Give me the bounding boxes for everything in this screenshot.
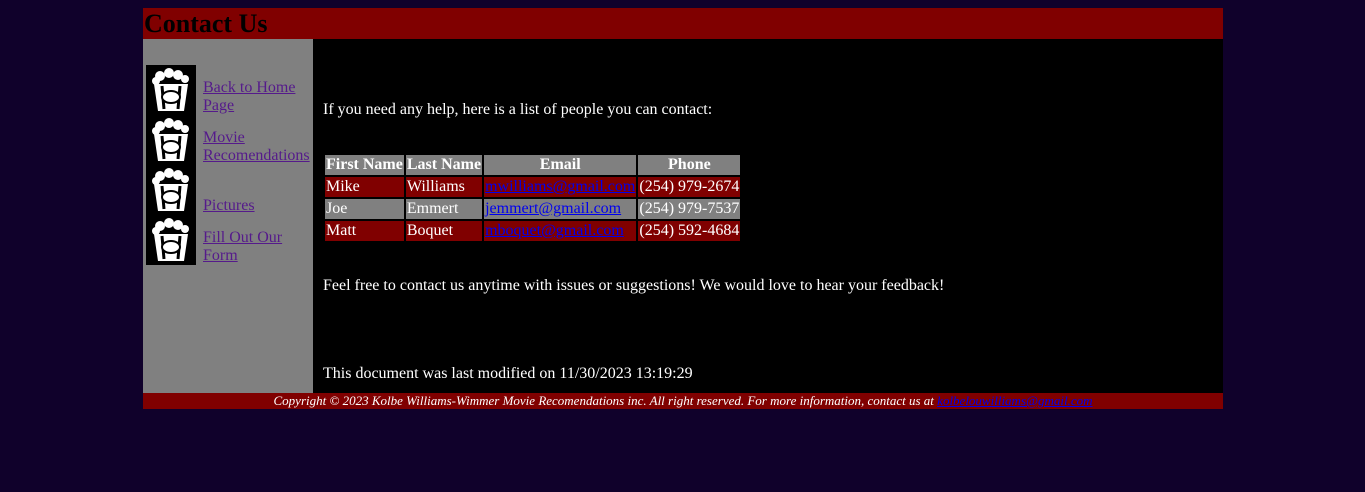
sidebar-item-label[interactable]: Pictures (203, 197, 255, 215)
sidebar: Back to Home Page Movie Recomendations P… (143, 39, 313, 393)
phone-cell: (254) 592-4684 (638, 221, 741, 241)
column-header-last-name: Last Name (405, 155, 483, 175)
sidebar-item-pictures[interactable]: Pictures (143, 165, 313, 215)
phone-cell: (254) 979-7537 (638, 199, 741, 219)
table-row: Matt Boquet mboquet@gmail.com (254) 592-… (325, 221, 741, 241)
first-name-cell: Matt (325, 221, 404, 241)
popcorn-icon (146, 215, 196, 265)
email-link[interactable]: mboquet@gmail.com (485, 222, 624, 239)
page-header: Contact Us (143, 8, 1223, 39)
email-cell: jemmert@gmail.com (484, 199, 637, 219)
page-body: Back to Home Page Movie Recomendations P… (143, 39, 1223, 393)
popcorn-icon (146, 115, 196, 165)
sidebar-item-movie-recomendations[interactable]: Movie Recomendations (143, 115, 313, 165)
column-header-email: Email (484, 155, 637, 175)
page-title: Contact Us (144, 9, 268, 38)
last-name-cell: Boquet (405, 221, 483, 241)
sidebar-item-form[interactable]: Fill Out Our Form (143, 215, 313, 265)
phone-cell: (254) 979-2674 (638, 177, 741, 197)
sidebar-item-home[interactable]: Back to Home Page (143, 65, 313, 115)
page: Contact Us Back to Home Page Movie Recom… (143, 8, 1223, 409)
email-link[interactable]: jemmert@gmail.com (485, 200, 621, 217)
popcorn-icon (146, 65, 196, 115)
table-row: Joe Emmert jemmert@gmail.com (254) 979-7… (325, 199, 741, 219)
column-header-phone: Phone (638, 155, 741, 175)
table-header-row: First Name Last Name Email Phone (325, 155, 741, 175)
first-name-cell: Mike (325, 177, 404, 197)
last-name-cell: Williams (405, 177, 483, 197)
table-row: Mike Williams mwilliams@gmail.com (254) … (325, 177, 741, 197)
sidebar-item-label[interactable]: Back to Home Page (203, 79, 313, 115)
footer-email-link[interactable]: kolbelouwilliams@gmail.com (937, 393, 1092, 408)
email-cell: mboquet@gmail.com (484, 221, 637, 241)
sidebar-item-label[interactable]: Fill Out Our Form (203, 229, 313, 265)
sidebar-item-label[interactable]: Movie Recomendations (203, 129, 313, 165)
popcorn-icon (146, 165, 196, 215)
feedback-text: Feel free to contact us anytime with iss… (323, 277, 945, 294)
email-cell: mwilliams@gmail.com (484, 177, 637, 197)
copyright-text: Copyright © 2023 Kolbe Williams-Wimmer M… (273, 393, 934, 408)
page-footer: Copyright © 2023 Kolbe Williams-Wimmer M… (143, 393, 1223, 409)
first-name-cell: Joe (325, 199, 404, 219)
contacts-table: First Name Last Name Email Phone Mike Wi… (323, 153, 742, 243)
last-modified-text: This document was last modified on 11/30… (323, 365, 693, 382)
email-link[interactable]: mwilliams@gmail.com (485, 178, 635, 195)
column-header-first-name: First Name (325, 155, 404, 175)
intro-text: If you need any help, here is a list of … (323, 101, 713, 118)
main-content: If you need any help, here is a list of … (313, 39, 1223, 393)
last-name-cell: Emmert (405, 199, 483, 219)
